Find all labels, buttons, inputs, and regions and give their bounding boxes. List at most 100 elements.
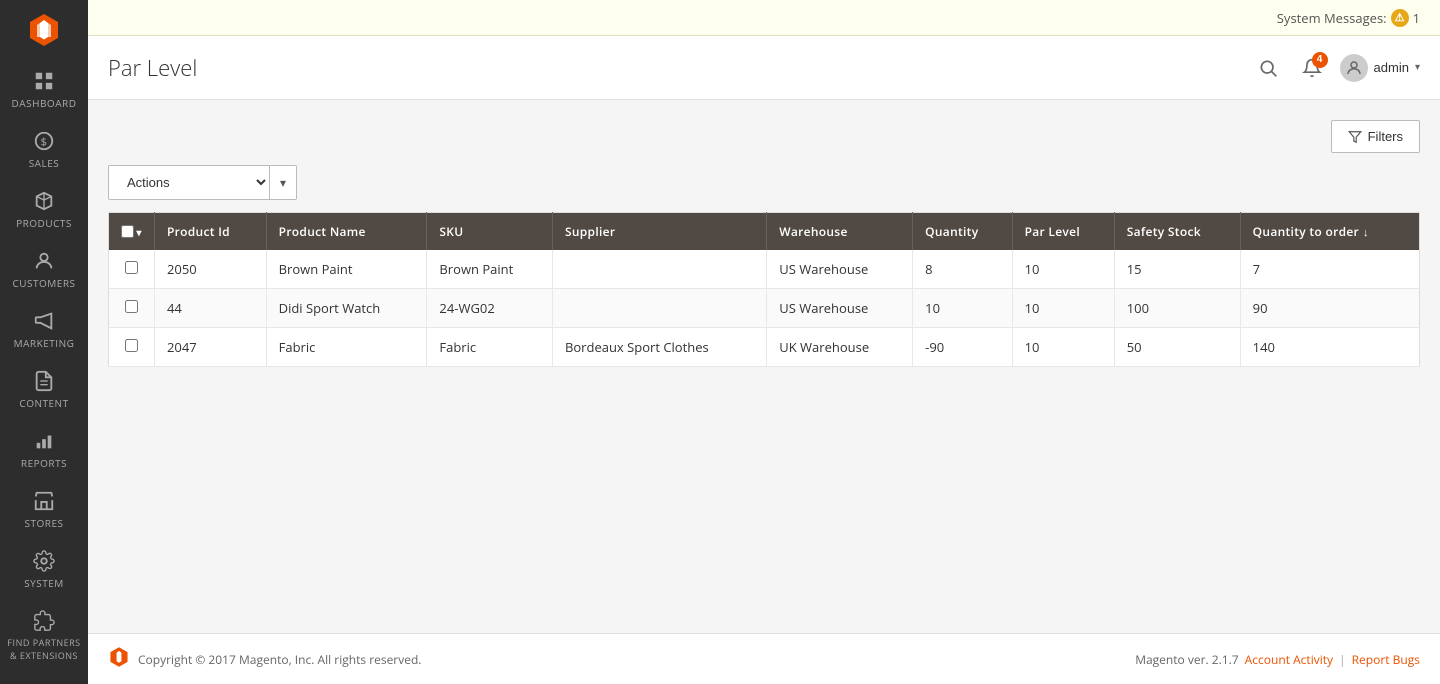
content-area: Filters Actions Export ▾: [88, 100, 1440, 633]
td-quantity-to-order-3: 140: [1240, 328, 1419, 367]
th-product-id: Product Id: [155, 213, 267, 251]
box-icon: [33, 190, 55, 212]
topbar-right: 4 admin ▾: [1252, 52, 1420, 84]
td-sku-2: 24-WG02: [427, 289, 553, 328]
quantity-2: 10: [925, 299, 940, 317]
td-quantity-to-order-1: 7: [1240, 250, 1419, 289]
sidebar-item-products[interactable]: Products: [0, 180, 88, 240]
sidebar-logo: [0, 0, 88, 60]
search-button[interactable]: [1252, 52, 1284, 84]
sidebar-item-customers-label: Customers: [12, 276, 75, 290]
sort-arrow-icon: ↓: [1363, 225, 1369, 240]
row-checkbox-1[interactable]: [125, 261, 138, 274]
td-safety-stock-1: 15: [1114, 250, 1240, 289]
sidebar-item-system[interactable]: System: [0, 540, 88, 600]
notifications-button[interactable]: 4: [1296, 52, 1328, 84]
store-icon: [33, 490, 55, 512]
sidebar: Dashboard $ Sales Products Customers Mar…: [0, 0, 88, 684]
product-name-1: Brown Paint: [279, 260, 353, 278]
td-checkbox-1: [109, 250, 155, 289]
safety-stock-1: 15: [1127, 260, 1142, 278]
account-activity-link[interactable]: Account Activity: [1245, 651, 1333, 668]
th-safety-stock-label: Safety Stock: [1127, 223, 1201, 240]
sku-2: 24-WG02: [439, 299, 494, 317]
footer-logo: [108, 646, 130, 672]
sidebar-item-sales[interactable]: $ Sales: [0, 120, 88, 180]
chart-icon: [33, 430, 55, 452]
safety-stock-2: 100: [1127, 299, 1149, 317]
product-id-2: 44: [167, 299, 182, 317]
th-quantity-to-order[interactable]: Quantity to order↓: [1240, 213, 1419, 251]
sidebar-item-dashboard[interactable]: Dashboard: [0, 60, 88, 120]
select-all-checkbox[interactable]: [121, 225, 134, 238]
footer-separator: |: [1339, 651, 1346, 668]
row-checkbox-2[interactable]: [125, 300, 138, 313]
table-header-row: ▾ Product Id Product Name SKU Supplier W…: [109, 213, 1420, 251]
th-supplier: Supplier: [552, 213, 766, 251]
sidebar-item-marketing[interactable]: Marketing: [0, 300, 88, 360]
td-product-name-3: Fabric: [266, 328, 427, 367]
par-level-1: 10: [1025, 260, 1040, 278]
sidebar-item-content[interactable]: Content: [0, 360, 88, 420]
par-level-3: 10: [1025, 338, 1040, 356]
sidebar-item-marketing-label: Marketing: [14, 336, 75, 350]
sidebar-item-reports-label: Reports: [21, 456, 67, 470]
dollar-icon: $: [33, 130, 55, 152]
th-sku: SKU: [427, 213, 553, 251]
row-checkbox-3[interactable]: [125, 339, 138, 352]
sidebar-item-products-label: Products: [16, 216, 72, 230]
td-sku-1: Brown Paint: [427, 250, 553, 289]
quantity-to-order-2: 90: [1253, 299, 1268, 317]
td-product-name-1: Brown Paint: [266, 250, 427, 289]
par-level-2: 10: [1025, 299, 1040, 317]
table-row: 2047 Fabric Fabric Bordeaux Sport Clothe…: [109, 328, 1420, 367]
sidebar-item-find-partners[interactable]: Find Partners & Extensions: [0, 600, 88, 672]
main-area: System Messages: ⚠ 1 Par Level 4 admin ▾: [88, 0, 1440, 684]
td-quantity-1: 8: [913, 250, 1012, 289]
td-par-level-1: 10: [1012, 250, 1114, 289]
actions-dropdown-arrow[interactable]: [269, 166, 296, 199]
chevron-down-icon: ▾: [1415, 62, 1420, 73]
sidebar-item-stores[interactable]: Stores: [0, 480, 88, 540]
topbar: Par Level 4 admin ▾: [88, 36, 1440, 100]
th-product-name: Product Name: [266, 213, 427, 251]
th-quantity: Quantity: [913, 213, 1012, 251]
safety-stock-3: 50: [1127, 338, 1142, 356]
sidebar-item-reports[interactable]: Reports: [0, 420, 88, 480]
td-safety-stock-3: 50: [1114, 328, 1240, 367]
actions-select[interactable]: Actions Export: [109, 166, 269, 199]
user-menu-button[interactable]: admin ▾: [1340, 54, 1420, 82]
td-par-level-2: 10: [1012, 289, 1114, 328]
warehouse-3: UK Warehouse: [779, 338, 869, 356]
page-title: Par Level: [108, 53, 197, 83]
report-bugs-link[interactable]: Report Bugs: [1352, 651, 1420, 668]
actions-dropdown[interactable]: Actions Export: [108, 165, 297, 200]
sidebar-item-sales-label: Sales: [29, 156, 60, 170]
td-checkbox-2: [109, 289, 155, 328]
sidebar-item-customers[interactable]: Customers: [0, 240, 88, 300]
table-row: 2050 Brown Paint Brown Paint US Warehous…: [109, 250, 1420, 289]
toolbar: Filters: [108, 120, 1420, 153]
sku-3: Fabric: [439, 338, 476, 356]
product-name-2: Didi Sport Watch: [279, 299, 381, 317]
td-product-name-2: Didi Sport Watch: [266, 289, 427, 328]
td-quantity-3: -90: [913, 328, 1012, 367]
footer-magento-icon: [108, 646, 130, 668]
filters-button[interactable]: Filters: [1331, 120, 1420, 153]
actions-row: Actions Export: [108, 165, 1420, 200]
notification-badge: 4: [1312, 52, 1328, 68]
th-safety-stock: Safety Stock: [1114, 213, 1240, 251]
td-warehouse-2: US Warehouse: [767, 289, 913, 328]
system-messages-banner: System Messages: ⚠ 1: [88, 0, 1440, 36]
th-par-level: Par Level: [1012, 213, 1114, 251]
magento-logo-icon: [26, 12, 62, 48]
grid-icon: [33, 70, 55, 92]
sidebar-item-dashboard-label: Dashboard: [12, 96, 77, 110]
sidebar-item-content-label: Content: [19, 396, 68, 410]
megaphone-icon: [33, 310, 55, 332]
td-supplier-3: Bordeaux Sport Clothes: [552, 328, 766, 367]
td-product-id-2: 44: [155, 289, 267, 328]
td-par-level-3: 10: [1012, 328, 1114, 367]
checkbox-dropdown-arrow[interactable]: ▾: [136, 225, 141, 239]
footer-left: Copyright © 2017 Magento, Inc. All right…: [108, 646, 421, 672]
